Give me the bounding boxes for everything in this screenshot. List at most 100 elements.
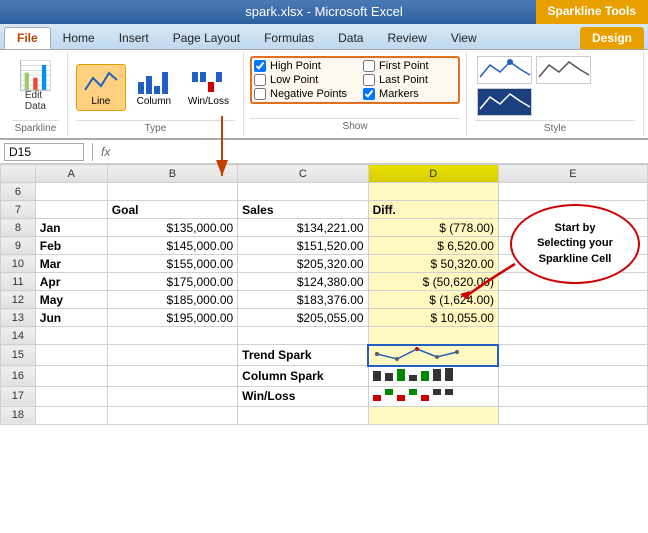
type-group: Line Column Win/Loss: [68, 52, 244, 136]
cell-c8[interactable]: $134,221.00: [238, 219, 368, 237]
cell-e13[interactable]: [498, 309, 647, 327]
cell-c9[interactable]: $151,520.00: [238, 237, 368, 255]
cell-b17[interactable]: [107, 386, 237, 406]
tab-page-layout[interactable]: Page Layout: [161, 27, 252, 49]
col-header-e[interactable]: E: [498, 165, 647, 183]
cell-b13[interactable]: $195,000.00: [107, 309, 237, 327]
cell-c13[interactable]: $205,055.00: [238, 309, 368, 327]
cell-d7[interactable]: Diff.: [368, 201, 498, 219]
cell-c6[interactable]: [238, 183, 368, 201]
show-group: High Point First Point Low Point Last Po…: [244, 52, 467, 136]
high-point-checkbox[interactable]: [254, 60, 266, 72]
cell-e6[interactable]: [498, 183, 647, 201]
cell-a13[interactable]: Jun: [35, 309, 107, 327]
name-box[interactable]: [4, 143, 84, 161]
cell-d9[interactable]: $ 6,520.00: [368, 237, 498, 255]
tab-formulas[interactable]: Formulas: [252, 27, 326, 49]
column-type-button[interactable]: Column: [130, 65, 178, 110]
cell-b15[interactable]: [107, 345, 237, 366]
negative-points-checkbox-row[interactable]: Negative Points: [254, 88, 347, 100]
cell-d15[interactable]: [368, 345, 498, 366]
cell-a11[interactable]: Apr: [35, 273, 107, 291]
cell-d18[interactable]: [368, 406, 498, 424]
edit-data-button[interactable]: 📊 EditData: [12, 60, 59, 114]
cell-d16[interactable]: [368, 366, 498, 387]
tab-file[interactable]: File: [4, 27, 51, 49]
cell-c11[interactable]: $124,380.00: [238, 273, 368, 291]
cell-c10[interactable]: $205,320.00: [238, 255, 368, 273]
cell-d13[interactable]: $ 10,055.00: [368, 309, 498, 327]
cell-c16[interactable]: Column Spark: [238, 366, 368, 387]
style-2[interactable]: [536, 56, 591, 84]
col-header-c[interactable]: C: [238, 165, 368, 183]
high-point-checkbox-row[interactable]: High Point: [254, 60, 347, 72]
negative-points-checkbox[interactable]: [254, 88, 266, 100]
cell-a12[interactable]: May: [35, 291, 107, 309]
cell-a9[interactable]: Feb: [35, 237, 107, 255]
cell-b16[interactable]: [107, 366, 237, 387]
sheet-container: A B C D E 6 7 Goal Sales: [0, 164, 648, 533]
cell-b12[interactable]: $185,000.00: [107, 291, 237, 309]
cell-a14[interactable]: [35, 327, 107, 345]
cell-e15[interactable]: [498, 345, 647, 366]
cell-a18[interactable]: [35, 406, 107, 424]
line-type-button[interactable]: Line: [76, 64, 126, 111]
cell-b10[interactable]: $155,000.00: [107, 255, 237, 273]
last-point-checkbox-row[interactable]: Last Point: [363, 74, 456, 86]
markers-label: Markers: [379, 88, 419, 100]
markers-checkbox-row[interactable]: Markers: [363, 88, 456, 100]
last-point-checkbox[interactable]: [363, 74, 375, 86]
tab-view[interactable]: View: [439, 27, 489, 49]
cell-a6[interactable]: [35, 183, 107, 201]
cell-a17[interactable]: [35, 386, 107, 406]
row-num-12: 12: [1, 291, 36, 309]
cell-c15[interactable]: Trend Spark: [238, 345, 368, 366]
cell-b7[interactable]: Goal: [107, 201, 237, 219]
cell-b8[interactable]: $135,000.00: [107, 219, 237, 237]
cell-d17[interactable]: [368, 386, 498, 406]
cell-a10[interactable]: Mar: [35, 255, 107, 273]
low-point-checkbox[interactable]: [254, 74, 266, 86]
cell-e16[interactable]: [498, 366, 647, 387]
line-spark-icon: [83, 68, 119, 96]
cell-e12[interactable]: [498, 291, 647, 309]
markers-checkbox[interactable]: [363, 88, 375, 100]
tab-home[interactable]: Home: [51, 27, 107, 49]
first-point-checkbox[interactable]: [363, 60, 375, 72]
cell-c17[interactable]: Win/Loss: [238, 386, 368, 406]
cell-a16[interactable]: [35, 366, 107, 387]
cell-c7[interactable]: Sales: [238, 201, 368, 219]
formula-input[interactable]: [114, 145, 644, 159]
cell-d14[interactable]: [368, 327, 498, 345]
cell-a8[interactable]: Jan: [35, 219, 107, 237]
cell-e17[interactable]: [498, 386, 647, 406]
cell-a15[interactable]: [35, 345, 107, 366]
col-header-d[interactable]: D: [368, 165, 498, 183]
style-1[interactable]: [477, 56, 532, 84]
low-point-checkbox-row[interactable]: Low Point: [254, 74, 347, 86]
cell-c18[interactable]: [238, 406, 368, 424]
style-3[interactable]: [477, 88, 532, 116]
cell-d8[interactable]: $ (778.00): [368, 219, 498, 237]
winloss-type-button[interactable]: Win/Loss: [182, 65, 235, 110]
cell-b14[interactable]: [107, 327, 237, 345]
cell-a7[interactable]: [35, 201, 107, 219]
cell-b18[interactable]: [107, 406, 237, 424]
cell-d6[interactable]: [368, 183, 498, 201]
col-header-a[interactable]: A: [35, 165, 107, 183]
tab-insert[interactable]: Insert: [107, 27, 161, 49]
type-group-label: Type: [76, 120, 235, 134]
cell-e18[interactable]: [498, 406, 647, 424]
cell-b9[interactable]: $145,000.00: [107, 237, 237, 255]
row-num-11: 11: [1, 273, 36, 291]
cell-e14[interactable]: [498, 327, 647, 345]
col-header-b[interactable]: B: [107, 165, 237, 183]
cell-b6[interactable]: [107, 183, 237, 201]
first-point-checkbox-row[interactable]: First Point: [363, 60, 456, 72]
tab-design[interactable]: Design: [580, 27, 644, 49]
cell-b11[interactable]: $175,000.00: [107, 273, 237, 291]
cell-c12[interactable]: $183,376.00: [238, 291, 368, 309]
tab-review[interactable]: Review: [375, 27, 438, 49]
cell-c14[interactable]: [238, 327, 368, 345]
tab-data[interactable]: Data: [326, 27, 375, 49]
